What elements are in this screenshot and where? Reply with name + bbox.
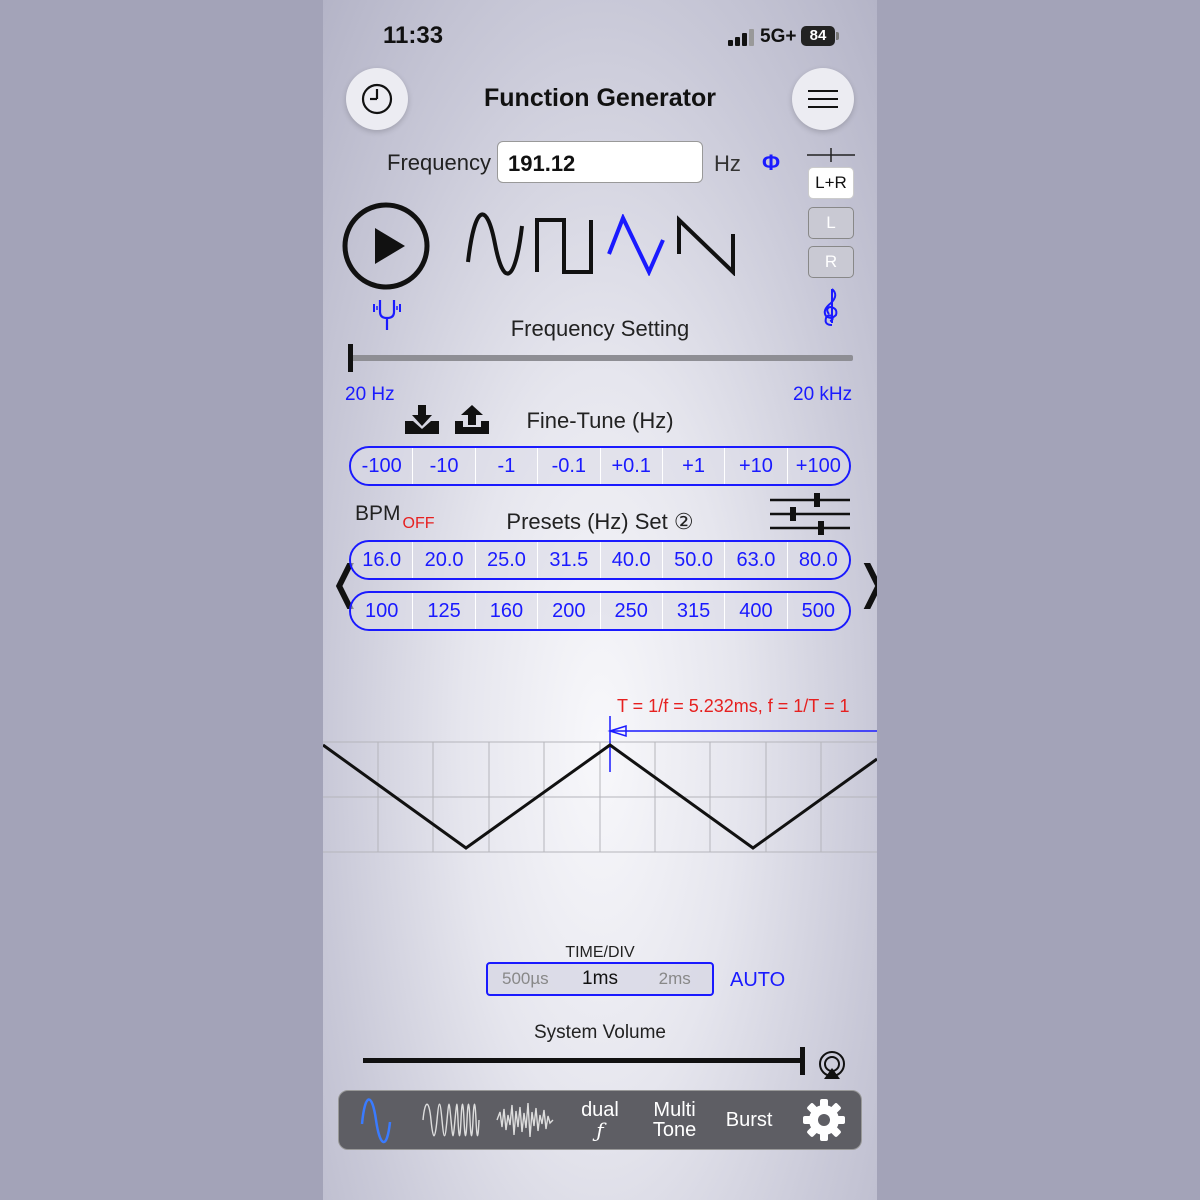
preset-button[interactable]: 100 [351,593,414,629]
channel-left-button[interactable]: L [808,207,854,239]
volume-slider-fill [363,1058,803,1063]
preset-button[interactable]: 16.0 [351,542,414,578]
sine-wave-button[interactable] [465,212,525,276]
preset-button[interactable]: 80.0 [787,542,849,578]
dual-tab-f-label: ƒ [596,1118,604,1142]
app-screen: 11:33 5G+ 84 Function Generator Frequenc… [323,0,877,1200]
fine-tune-label: Fine-Tune (Hz) [526,408,674,433]
preset-button[interactable]: 160 [475,593,539,629]
scope-grid [323,741,877,853]
presets-row-1: 16.0 20.0 25.0 31.5 40.0 50.0 63.0 80.0 [349,540,851,580]
frequency-unit: Hz [714,151,741,176]
preset-button[interactable]: 315 [662,593,726,629]
slider-max-label: 20 kHz [793,384,853,405]
preset-button[interactable]: 400 [725,593,788,629]
fine-tune-plus-100[interactable]: +100 [787,448,849,484]
airplay-icon[interactable] [817,1050,847,1080]
preset-button[interactable]: 20.0 [413,542,476,578]
multi-tab-label: Multi [653,1099,696,1121]
signal-icon [728,29,754,46]
frequency-label: Frequency [387,150,491,175]
channel-right-button[interactable]: R [808,246,854,278]
presets-row-2: 100 125 160 200 250 315 400 500 [349,591,851,631]
hamburger-icon [808,90,838,108]
time-div-option[interactable]: 500µs [488,969,563,989]
triangle-wave-button[interactable] [605,214,667,276]
tab-multi-tone[interactable]: Multi Tone [643,1092,707,1148]
sine-tab-icon [361,1098,392,1144]
oscilloscope-display[interactable] [323,715,877,855]
square-wave-button[interactable] [533,216,595,276]
fine-tune-minus-100[interactable]: -100 [351,448,414,484]
gear-icon [802,1099,845,1141]
slider-min-label: 20 Hz [345,384,395,405]
system-volume-label: System Volume [534,1022,666,1043]
fine-tune-plus-10[interactable]: +10 [725,448,788,484]
play-icon [375,228,405,264]
dual-tab-label: dual [581,1099,619,1121]
bottom-tab-bar: dual ƒ Multi Tone Burst [338,1090,862,1150]
next-preset-set-button[interactable]: ❭ [853,550,877,614]
battery-icon: 84 [801,26,835,46]
preset-button[interactable]: 25.0 [475,542,539,578]
tab-single-tone[interactable] [344,1092,408,1148]
sweep-tab-icon [422,1103,480,1137]
time-div-label: TIME/DIV [565,944,635,961]
status-time: 11:33 [383,22,444,49]
network-type: 5G+ [760,26,797,47]
time-div-selected-option[interactable]: 1ms [563,968,638,990]
preset-button[interactable]: 40.0 [600,542,663,578]
preset-button[interactable]: 31.5 [538,542,601,578]
period-readout: T = 1/f = 5.232ms, f = 1/T = 1 [617,696,850,716]
fine-tune-minus-10[interactable]: -10 [413,448,476,484]
fine-tune-plus-0-1[interactable]: +0.1 [600,448,663,484]
tab-dual-frequency[interactable]: dual ƒ [568,1092,632,1148]
frequency-slider-track[interactable] [348,355,853,361]
frequency-input[interactable]: 191.12 [497,141,703,183]
fine-tune-minus-0-1[interactable]: -0.1 [538,448,601,484]
menu-button[interactable] [792,68,854,130]
tab-burst[interactable]: Burst [717,1092,781,1148]
fine-tune-row: -100 -10 -1 -0.1 +0.1 +1 +10 +100 [349,446,851,486]
battery-tip [836,32,839,40]
tab-noise[interactable] [493,1092,557,1148]
balance-icon [807,148,855,162]
preset-button[interactable]: 500 [787,593,849,629]
preset-button[interactable]: 200 [538,593,601,629]
auto-button[interactable]: AUTO [730,969,785,992]
preset-button[interactable]: 63.0 [725,542,788,578]
time-div-option[interactable]: 2ms [637,969,712,989]
tab-settings[interactable] [792,1092,856,1148]
sawtooth-wave-button[interactable] [675,214,739,276]
sliders-icon[interactable] [768,493,852,535]
play-button[interactable] [342,202,430,290]
time-div-picker[interactable]: 500µs 1ms 2ms [486,962,714,996]
tone-tab-label: Tone [652,1119,697,1141]
phase-button[interactable]: Φ [762,150,780,176]
noise-tab-icon [496,1102,554,1138]
frequency-slider-thumb[interactable] [348,344,353,372]
preset-button[interactable]: 125 [413,593,476,629]
fine-tune-minus-1[interactable]: -1 [475,448,539,484]
volume-slider-thumb[interactable] [800,1047,805,1075]
fine-tune-plus-1[interactable]: +1 [662,448,726,484]
preset-button[interactable]: 250 [600,593,663,629]
tab-sweep[interactable] [419,1092,483,1148]
preset-button[interactable]: 50.0 [662,542,726,578]
frequency-setting-label: Frequency Setting [510,316,690,341]
channel-lr-button[interactable]: L+R [808,167,854,199]
